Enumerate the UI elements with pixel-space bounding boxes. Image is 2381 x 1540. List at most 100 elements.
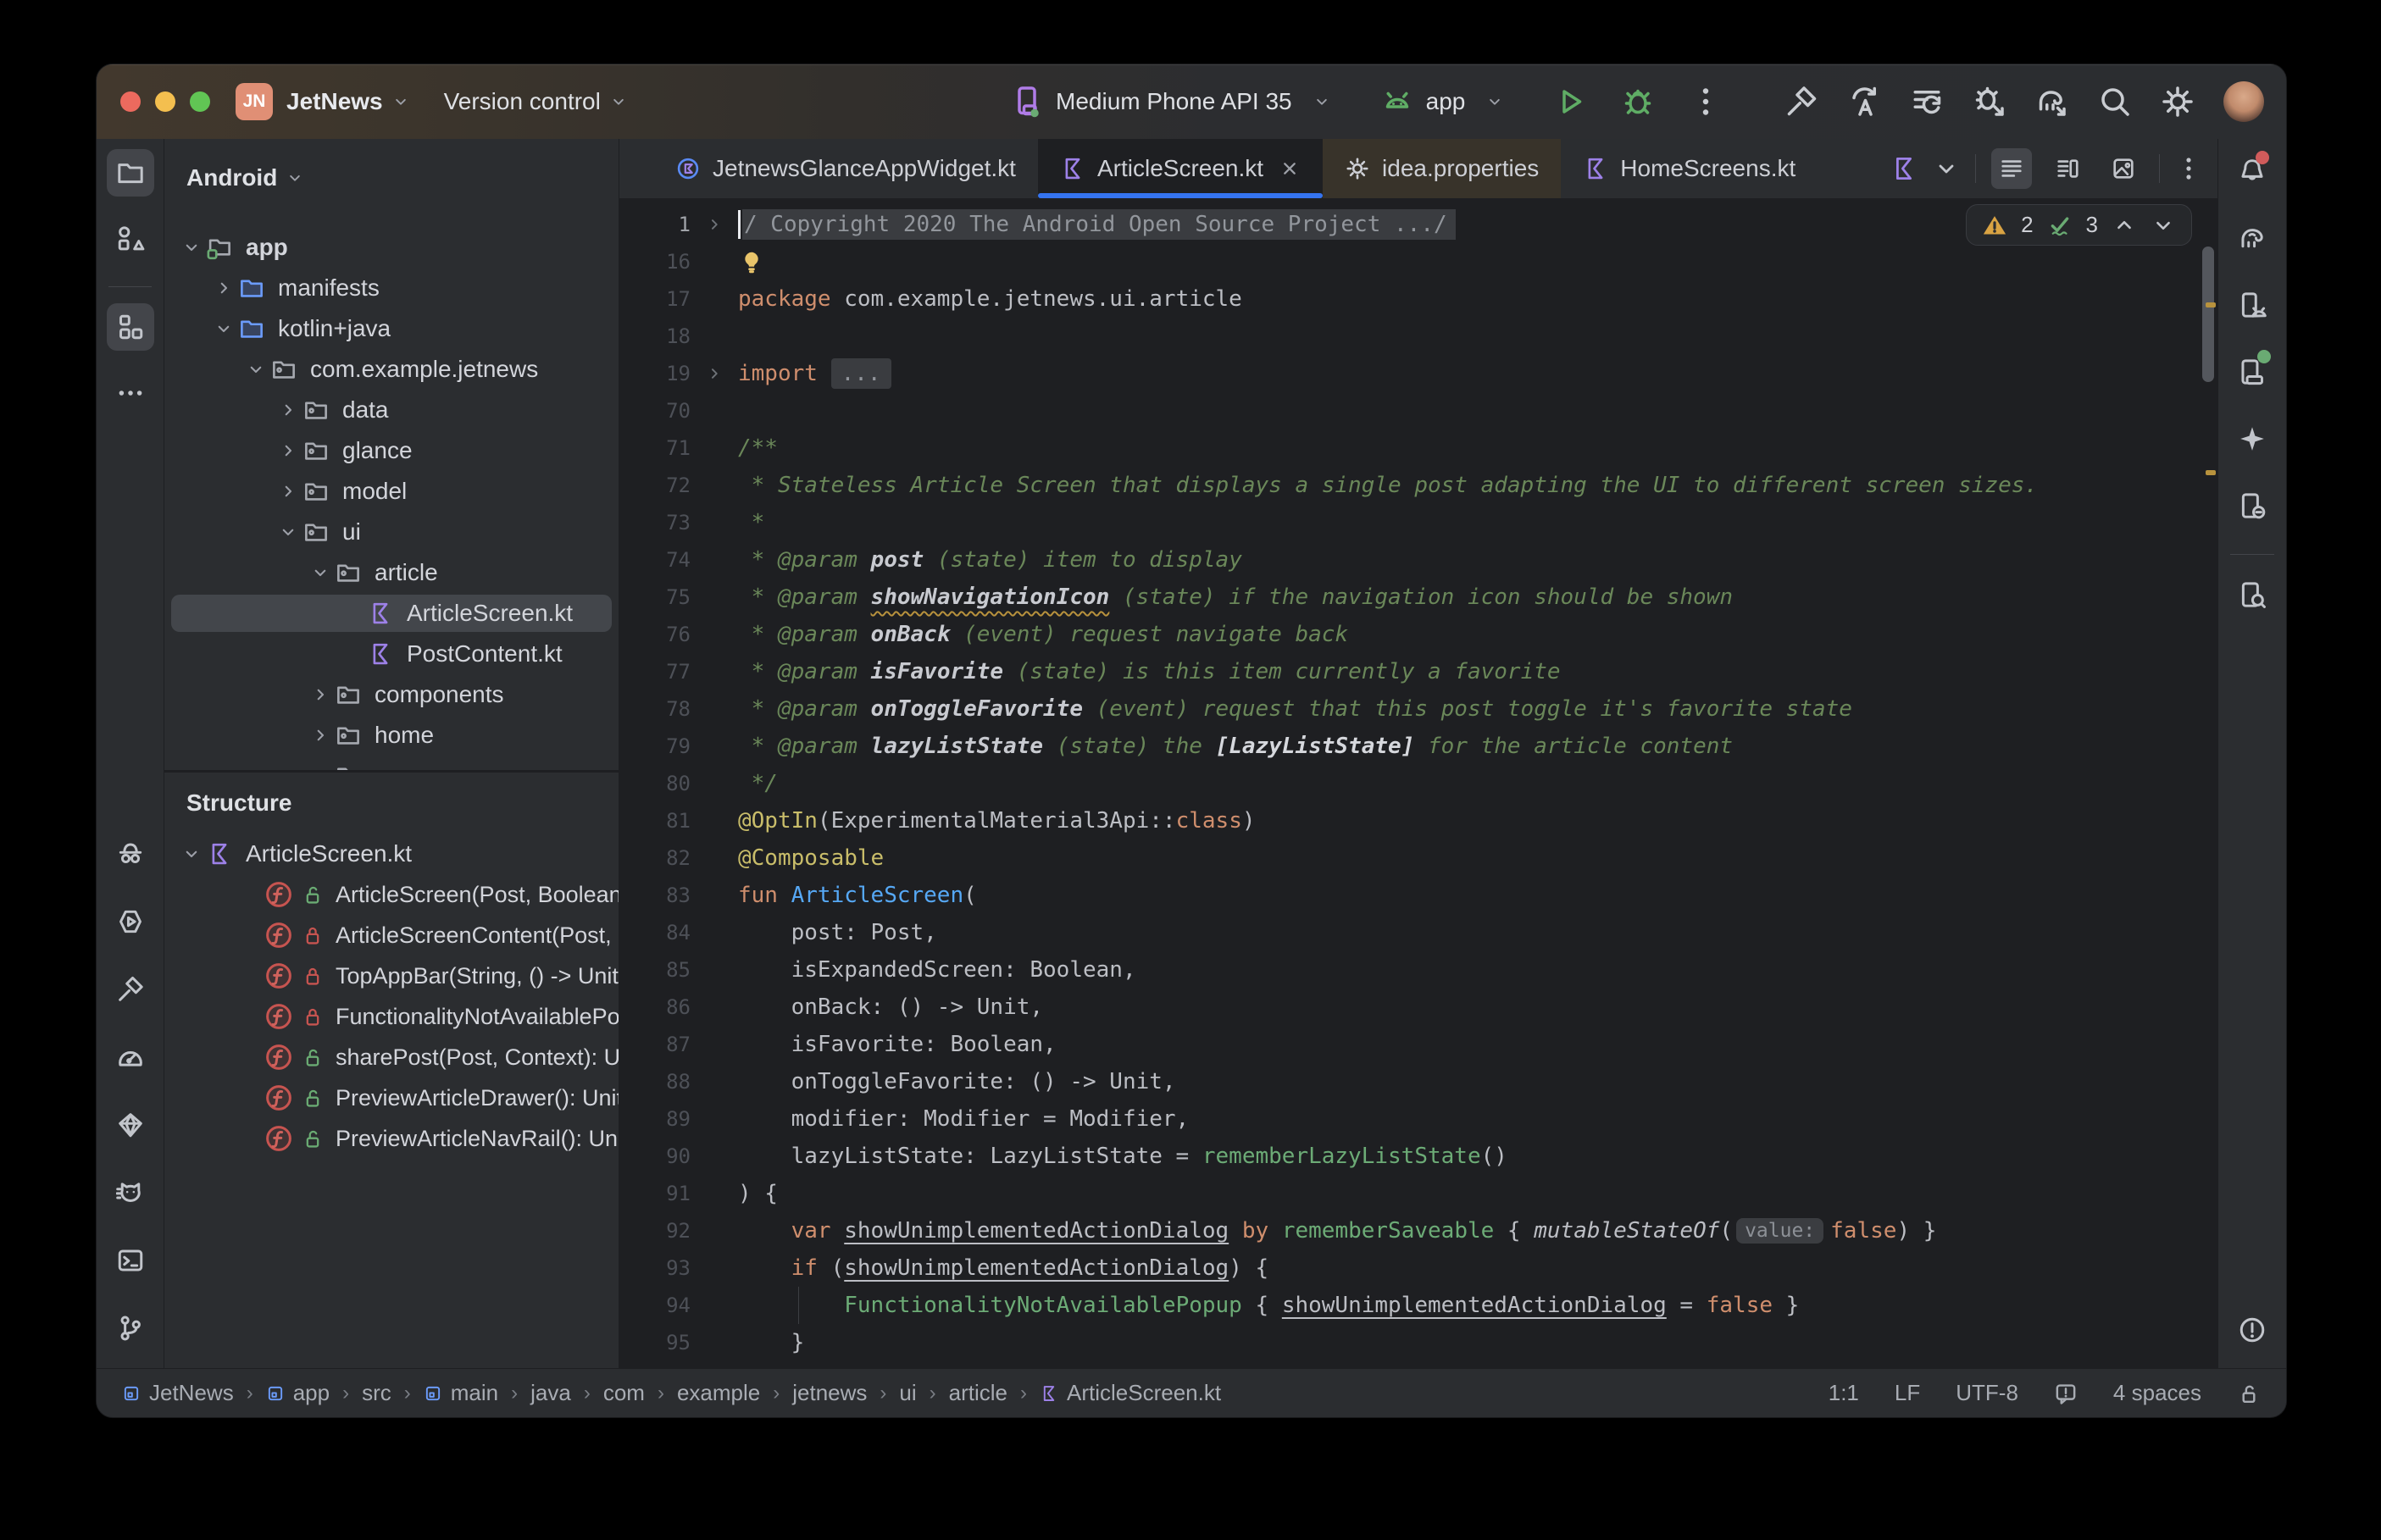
tab-articlescreen-kt[interactable]: ArticleScreen.kt	[1038, 139, 1323, 198]
project-tree-item-manifests[interactable]: manifests	[164, 268, 619, 308]
code-line[interactable]: 88 onToggleFavorite: () -> Unit,	[619, 1063, 2217, 1100]
code-line[interactable]: 77 * @param isFavorite (state) is this i…	[619, 653, 2217, 690]
apply-changes-icon[interactable]	[1847, 85, 1881, 119]
next-issue-icon[interactable]	[2151, 213, 2176, 238]
code-line[interactable]: 19import ...	[619, 355, 2217, 392]
breadcrumb-item[interactable]: JetNews	[122, 1380, 234, 1406]
user-avatar[interactable]	[2223, 81, 2264, 122]
code-line[interactable]: 86 onBack: () -> Unit,	[619, 989, 2217, 1026]
project-name-menu[interactable]: JetNews	[286, 88, 383, 115]
structure-tool-icon[interactable]	[107, 303, 154, 351]
structure-root-item[interactable]: ArticleScreen.kt	[164, 834, 619, 874]
maximize-window-button[interactable]	[190, 91, 210, 112]
project-tree-item-com-example-jetnews[interactable]: com.example.jetnews	[164, 349, 619, 390]
tree-chevron-icon[interactable]	[241, 358, 271, 380]
code-line[interactable]: 81@OptIn(ExperimentalMaterial3Api::class…	[619, 802, 2217, 839]
gemini-icon[interactable]	[2228, 415, 2276, 463]
code-line[interactable]: 85 isExpandedScreen: Boolean,	[619, 951, 2217, 989]
device-manager-icon[interactable]	[2228, 281, 2276, 329]
indent-setting[interactable]: 4 spaces	[2113, 1380, 2201, 1406]
code-line[interactable]: 79 * @param lazyListState (state) the [L…	[619, 728, 2217, 765]
project-tree-item-app[interactable]: app	[164, 227, 619, 268]
code-line[interactable]: 16	[619, 243, 2217, 280]
caret-position[interactable]: 1:1	[1829, 1380, 1859, 1406]
code-line[interactable]: 73 *	[619, 504, 2217, 541]
app-inspection-icon[interactable]	[107, 1101, 154, 1149]
problems-icon[interactable]	[2228, 1306, 2276, 1354]
project-tree-item-ui[interactable]: ui	[164, 512, 619, 552]
breadcrumb-item[interactable]: app	[266, 1380, 330, 1406]
tree-chevron-icon[interactable]	[305, 724, 336, 746]
device-explorer-icon[interactable]	[2228, 571, 2276, 618]
code-line[interactable]: 95 }	[619, 1324, 2217, 1361]
tree-chevron-icon[interactable]	[176, 236, 207, 258]
project-tree-item-postcontent-kt[interactable]: PostContent.kt	[164, 634, 619, 674]
code-line[interactable]: 18	[619, 318, 2217, 355]
view-split-button[interactable]	[2047, 148, 2088, 189]
tree-chevron-icon[interactable]	[305, 684, 336, 706]
tree-chevron-icon[interactable]	[273, 440, 303, 462]
services-icon[interactable]	[107, 898, 154, 945]
tab-options-icon[interactable]	[2175, 155, 2202, 182]
notifications-icon[interactable]	[2228, 147, 2276, 195]
code-line[interactable]: 87 isFavorite: Boolean,	[619, 1026, 2217, 1063]
running-devices-icon[interactable]	[2228, 348, 2276, 396]
tree-chevron-icon[interactable]	[305, 765, 336, 770]
tree-chevron-icon[interactable]	[273, 480, 303, 502]
gradle-sync-icon[interactable]	[2035, 85, 2069, 119]
debug-button[interactable]	[1621, 85, 1655, 119]
view-code-button[interactable]	[1991, 148, 2032, 189]
code-editor[interactable]: 1/ Copyright 2020 The Android Open Sourc…	[619, 199, 2217, 1369]
code-line[interactable]: 74 * @param post (state) item to display	[619, 541, 2217, 579]
project-tree-item-data[interactable]: data	[164, 390, 619, 430]
tree-chevron-icon[interactable]	[176, 843, 207, 865]
breadcrumb-item[interactable]: ArticleScreen.kt	[1040, 1380, 1221, 1406]
code-line[interactable]: 83fun ArticleScreen(	[619, 877, 2217, 914]
device-selector[interactable]: Medium Phone API 35	[1056, 88, 1292, 115]
tree-chevron-icon[interactable]	[273, 399, 303, 421]
breadcrumb-item[interactable]: src	[362, 1380, 391, 1406]
prev-issue-icon[interactable]	[2112, 213, 2137, 238]
more-run-options-icon[interactable]	[1689, 85, 1723, 119]
tabs-dropdown-icon[interactable]	[1933, 155, 1960, 182]
code-line[interactable]: 92 var showUnimplementedActionDialog by …	[619, 1212, 2217, 1249]
settings-icon[interactable]	[2161, 85, 2195, 119]
project-tree-item-articlescreen-kt[interactable]: ArticleScreen.kt	[164, 593, 619, 634]
code-line[interactable]: 90 lazyListState: LazyListState = rememb…	[619, 1138, 2217, 1175]
vcs-menu[interactable]: Version control	[444, 88, 601, 115]
tab-idea-properties[interactable]: idea.properties	[1323, 139, 1561, 198]
close-icon[interactable]	[1279, 158, 1301, 180]
project-tree-item-article[interactable]: article	[164, 552, 619, 593]
code-line[interactable]: 84 post: Post,	[619, 914, 2217, 951]
structure-item[interactable]: PreviewArticleNavRail(): Unit	[164, 1118, 619, 1159]
project-tree-item-components[interactable]: components	[164, 674, 619, 715]
inspections-widget-icon[interactable]	[2054, 1382, 2078, 1405]
code-line[interactable]: 71/**	[619, 429, 2217, 467]
close-window-button[interactable]	[120, 91, 141, 112]
code-line[interactable]: 76 * @param onBack (event) request navig…	[619, 616, 2217, 653]
breadcrumb-item[interactable]: main	[424, 1380, 498, 1406]
app-quality-insights-icon[interactable]	[107, 830, 154, 878]
logcat-icon[interactable]	[107, 1169, 154, 1216]
intention-bulb-icon[interactable]	[738, 248, 765, 275]
fold-marker-icon[interactable]	[691, 215, 738, 234]
profiler-tool-icon[interactable]	[107, 1033, 154, 1081]
breadcrumb-item[interactable]: ui	[899, 1380, 916, 1406]
minimize-window-button[interactable]	[155, 91, 175, 112]
project-tree-item-home[interactable]: home	[164, 715, 619, 756]
project-view-mode[interactable]: Android	[164, 139, 619, 202]
code-line[interactable]: 93 if (showUnimplementedActionDialog) {	[619, 1249, 2217, 1287]
run-button[interactable]	[1553, 85, 1587, 119]
project-tree-item-model[interactable]: model	[164, 471, 619, 512]
scrollbar-warning-mark[interactable]	[2206, 302, 2216, 307]
breadcrumb-item[interactable]: example	[677, 1380, 760, 1406]
current-file-icon[interactable]	[1890, 155, 1918, 182]
tree-chevron-icon[interactable]	[208, 277, 239, 299]
version-control-icon[interactable]	[107, 1305, 154, 1352]
build-icon[interactable]	[1784, 85, 1818, 119]
code-line[interactable]: 80 */	[619, 765, 2217, 802]
search-everywhere-icon[interactable]	[2098, 85, 2132, 119]
device-mirror-icon[interactable]	[2228, 482, 2276, 529]
editor-scrollbar[interactable]	[2202, 247, 2214, 382]
tree-chevron-icon[interactable]	[208, 318, 239, 340]
